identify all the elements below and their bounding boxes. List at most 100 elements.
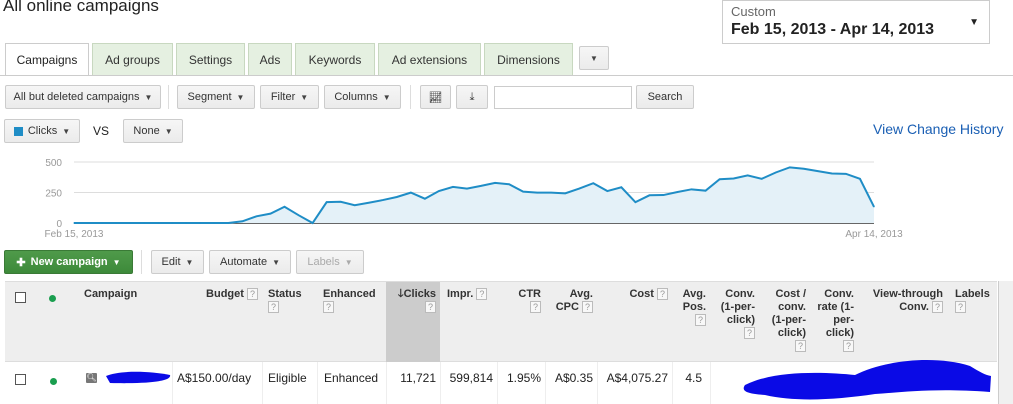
- divider: [410, 85, 411, 109]
- chevron-down-icon: ▼: [300, 92, 309, 102]
- redaction: [743, 360, 991, 400]
- scrollbar[interactable]: [998, 281, 1013, 404]
- search-input[interactable]: [494, 86, 632, 109]
- metric2-label: None: [133, 125, 160, 137]
- divider: [141, 250, 142, 274]
- help-icon[interactable]: ?: [268, 301, 279, 313]
- chevron-down-icon: ▼: [969, 17, 979, 28]
- data-point: [255, 215, 258, 217]
- tab-ad-groups[interactable]: Ad groups: [92, 43, 173, 75]
- new-campaign-button[interactable]: ✚ New campaign ▼: [4, 250, 133, 274]
- select-all-checkbox[interactable]: [15, 292, 26, 303]
- columns-button[interactable]: Columns ▼: [324, 85, 401, 109]
- help-icon[interactable]: ?: [425, 301, 436, 313]
- chevron-down-icon: ▼: [164, 126, 173, 136]
- col-status[interactable]: Status?: [264, 282, 317, 362]
- status-dot-enabled: [50, 378, 57, 385]
- help-icon[interactable]: ?: [323, 301, 334, 313]
- col-cost[interactable]: Cost ?: [597, 282, 672, 362]
- view-change-history-link[interactable]: View Change History: [873, 121, 1003, 137]
- x-start-label: Feb 15, 2013: [45, 229, 104, 240]
- data-point: [326, 201, 328, 203]
- col-clicks[interactable]: 🡓Clicks?: [386, 282, 440, 362]
- chevron-down-icon: ▼: [382, 92, 391, 102]
- campaign-filter-dropdown[interactable]: All but deleted campaigns ▼: [5, 85, 161, 109]
- data-point: [354, 204, 356, 206]
- help-icon[interactable]: ?: [582, 301, 593, 313]
- help-icon[interactable]: ?: [695, 314, 706, 326]
- data-point: [410, 192, 412, 194]
- tab-ads[interactable]: Ads: [248, 43, 292, 75]
- data-point: [733, 177, 735, 180]
- chevron-down-icon: ▼: [344, 257, 353, 267]
- col-avg-pos[interactable]: Avg. Pos.?: [672, 282, 710, 362]
- data-point: [241, 220, 244, 222]
- chevron-down-icon: ▼: [590, 53, 598, 63]
- cell-status: Eligible: [262, 362, 317, 404]
- date-range-picker[interactable]: Custom Feb 15, 2013 - Apr 14, 2013 ▼: [722, 0, 990, 44]
- col-budget[interactable]: Budget ?: [172, 282, 262, 362]
- chevron-down-icon: ▼: [62, 126, 71, 136]
- col-campaign[interactable]: Campaign: [80, 282, 172, 362]
- data-point: [620, 186, 622, 188]
- data-point: [466, 187, 468, 190]
- tab-settings[interactable]: Settings: [176, 43, 245, 75]
- chevron-down-icon: ▼: [144, 92, 153, 102]
- new-campaign-label: New campaign: [30, 256, 108, 268]
- help-icon[interactable]: ?: [932, 301, 943, 313]
- chevron-down-icon: ▼: [236, 92, 245, 102]
- edit-label: Edit: [161, 256, 181, 268]
- metric2-dropdown[interactable]: None ▼: [123, 119, 183, 143]
- tab-keywords[interactable]: Keywords: [295, 43, 375, 75]
- clicks-chart: 0250500Feb 15, 2013 Apr 14, 2013: [45, 158, 904, 240]
- help-icon[interactable]: ?: [530, 301, 541, 313]
- help-icon[interactable]: ?: [476, 288, 488, 300]
- tab-dimensions[interactable]: Dimensions: [484, 43, 573, 75]
- labels-label: Labels: [307, 256, 340, 268]
- metric1-dropdown[interactable]: Clicks ▼: [4, 119, 80, 143]
- data-point: [171, 222, 173, 224]
- col-impr[interactable]: Impr. ?: [443, 282, 497, 362]
- line-chart-icon: 📈︎: [428, 91, 443, 104]
- data-point: [199, 222, 201, 224]
- help-icon[interactable]: ?: [657, 288, 668, 300]
- chevron-down-icon: ▼: [272, 257, 280, 267]
- data-point: [845, 173, 847, 175]
- data-point: [817, 170, 819, 172]
- data-point: [550, 192, 552, 194]
- chart-toggle-button[interactable]: 📈︎: [420, 85, 451, 109]
- tab-ad-extensions[interactable]: Ad extensions: [378, 43, 481, 75]
- cell-budget: A$150.00/day: [172, 362, 262, 404]
- data-point: [297, 214, 300, 216]
- col-enhanced[interactable]: Enhanced?: [319, 282, 386, 362]
- data-point: [536, 192, 538, 194]
- edit-button[interactable]: Edit ▼: [151, 250, 204, 274]
- help-icon[interactable]: ?: [247, 288, 258, 300]
- tab-campaigns[interactable]: Campaigns: [5, 43, 89, 76]
- help-icon[interactable]: ?: [955, 301, 966, 313]
- col-avg-cpc[interactable]: Avg. CPC ?: [545, 282, 597, 362]
- data-point: [143, 222, 145, 224]
- chevron-down-icon: ▼: [185, 257, 194, 267]
- x-end-label: Apr 14, 2013: [845, 229, 903, 240]
- data-point: [87, 222, 89, 224]
- cell-cost: A$4,075.27: [597, 362, 672, 404]
- automate-label: Automate: [219, 256, 268, 268]
- download-button[interactable]: ⤓: [456, 85, 488, 109]
- data-point: [789, 166, 791, 168]
- labels-button[interactable]: Labels ▼: [296, 250, 364, 274]
- more-tabs-button[interactable]: ▼: [579, 46, 609, 70]
- help-icon[interactable]: ?: [744, 327, 755, 339]
- automate-button[interactable]: Automate ▼: [209, 250, 291, 274]
- data-point: [157, 222, 159, 224]
- col-ctr[interactable]: CTR?: [497, 282, 545, 362]
- data-point: [592, 182, 594, 184]
- data-point: [129, 222, 131, 224]
- y-tick-label: 250: [45, 189, 62, 200]
- filter-button[interactable]: Filter ▼: [260, 85, 319, 109]
- filter-label: Filter: [270, 91, 296, 103]
- row-checkbox[interactable]: [15, 374, 26, 385]
- segment-button[interactable]: Segment ▼: [177, 85, 255, 109]
- search-button[interactable]: Search: [636, 85, 694, 109]
- data-point: [340, 201, 342, 203]
